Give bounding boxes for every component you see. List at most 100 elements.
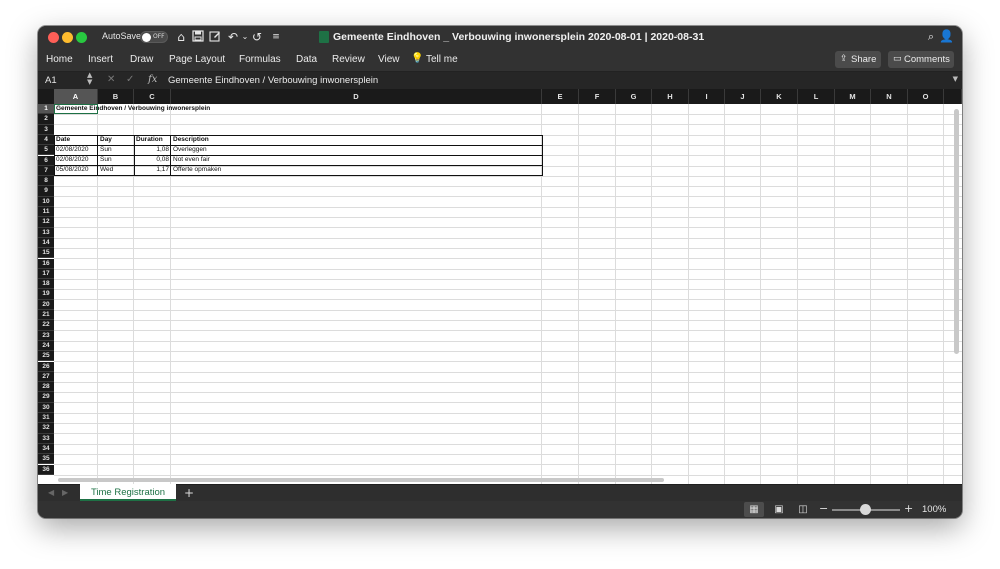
header-date[interactable]: Date xyxy=(54,135,97,145)
column-header-g[interactable]: G xyxy=(616,89,652,104)
row-header-17[interactable]: 17 xyxy=(38,268,54,280)
autosave-toggle[interactable]: OFF xyxy=(140,31,168,43)
column-header-a[interactable]: A xyxy=(54,89,98,104)
row-header-7[interactable]: 7 xyxy=(38,165,54,177)
column-header-e[interactable]: E xyxy=(542,89,579,104)
row-header-4[interactable]: 4 xyxy=(38,134,54,146)
row-header-29[interactable]: 29 xyxy=(38,392,54,403)
header-duration[interactable]: Duration xyxy=(134,135,171,145)
row-header-19[interactable]: 19 xyxy=(38,289,54,300)
row-header-14[interactable]: 14 xyxy=(38,237,54,249)
zoom-out-button[interactable]: − xyxy=(819,502,828,515)
confirm-formula-icon[interactable]: ✓ xyxy=(126,74,134,85)
zoom-slider-handle[interactable] xyxy=(860,504,871,515)
account-icon[interactable]: 👤 xyxy=(939,29,954,43)
header-day[interactable]: Day xyxy=(98,135,134,145)
row-header-33[interactable]: 33 xyxy=(38,433,54,444)
sheet-tab-time-registration[interactable]: Time Registration xyxy=(80,484,176,501)
row-header-15[interactable]: 15 xyxy=(38,248,54,259)
row-header-24[interactable]: 24 xyxy=(38,340,54,352)
row-header-34[interactable]: 34 xyxy=(38,443,54,455)
tab-page-layout[interactable]: Page Layout xyxy=(169,54,225,65)
table-cell[interactable]: Wed xyxy=(98,165,134,175)
maximize-window-button[interactable] xyxy=(76,32,87,43)
add-sheet-button[interactable]: + xyxy=(184,486,194,500)
row-header-22[interactable]: 22 xyxy=(38,320,54,331)
row-header-20[interactable]: 20 xyxy=(38,299,54,310)
normal-view-icon[interactable]: ▦ xyxy=(744,502,764,517)
share-button[interactable]: ⇪ Share xyxy=(835,51,881,68)
select-all-corner[interactable] xyxy=(38,89,54,104)
row-header-23[interactable]: 23 xyxy=(38,330,54,341)
column-header-overflow[interactable] xyxy=(944,89,962,104)
name-box-stepper-icon[interactable]: ▲ ▼ xyxy=(87,72,92,86)
row-header-25[interactable]: 25 xyxy=(38,351,54,362)
column-header-o[interactable]: O xyxy=(908,89,944,104)
row-header-5[interactable]: 5 xyxy=(38,145,54,156)
column-header-c[interactable]: C xyxy=(134,89,171,104)
row-header-10[interactable]: 10 xyxy=(38,196,54,207)
table-cell[interactable]: 02/08/2020 xyxy=(54,145,97,155)
table-cell[interactable]: 02/08/2020 xyxy=(54,155,97,165)
row-header-31[interactable]: 31 xyxy=(38,413,54,424)
insert-function-icon[interactable]: fx xyxy=(148,74,157,85)
header-description[interactable]: Description xyxy=(171,135,542,145)
row-header-35[interactable]: 35 xyxy=(38,454,54,465)
row-header-13[interactable]: 13 xyxy=(38,227,54,238)
vertical-scrollbar[interactable] xyxy=(954,109,959,354)
row-header-30[interactable]: 30 xyxy=(38,402,54,413)
close-window-button[interactable] xyxy=(48,32,59,43)
name-box[interactable]: A1 ▲ ▼ xyxy=(38,72,98,89)
spreadsheet-grid[interactable]: ABCDEFGHIJKLMNO 1 2 3 4 5 6 7 8 9 10 11 12 13 14 15 16 1… xyxy=(38,89,962,484)
table-cell[interactable]: Offerte opmaken xyxy=(171,165,542,175)
home-icon[interactable]: ⌂ xyxy=(174,30,188,44)
tab-draw[interactable]: Draw xyxy=(130,54,153,65)
tab-review[interactable]: Review xyxy=(332,54,365,65)
minimize-window-button[interactable] xyxy=(62,32,73,43)
page-break-view-icon[interactable]: ◫ xyxy=(793,502,813,517)
row-header-11[interactable]: 11 xyxy=(38,207,54,218)
column-header-j[interactable]: J xyxy=(725,89,761,104)
table-cell[interactable]: 0,08 xyxy=(134,155,171,165)
previous-sheet-icon[interactable]: ◀ xyxy=(48,488,54,497)
table-cell[interactable]: Overleggen xyxy=(171,145,542,155)
table-cell[interactable]: Sun xyxy=(98,145,134,155)
zoom-in-button[interactable]: + xyxy=(904,502,913,515)
column-header-i[interactable]: I xyxy=(689,89,725,104)
horizontal-scrollbar[interactable] xyxy=(58,478,664,482)
row-header-21[interactable]: 21 xyxy=(38,310,54,321)
tab-home[interactable]: Home xyxy=(46,54,73,65)
row-header-9[interactable]: 9 xyxy=(38,186,54,197)
column-header-f[interactable]: F xyxy=(579,89,616,104)
row-header-12[interactable]: 12 xyxy=(38,217,54,228)
row-header-8[interactable]: 8 xyxy=(38,176,54,187)
row-header-26[interactable]: 26 xyxy=(38,361,54,372)
row-header-16[interactable]: 16 xyxy=(38,258,54,269)
row-header-36[interactable]: 36 xyxy=(38,464,54,475)
expand-formula-bar-icon[interactable]: ▼ xyxy=(953,75,958,83)
row-header-18[interactable]: 18 xyxy=(38,279,54,290)
row-header-6[interactable]: 6 xyxy=(38,155,54,166)
search-icon[interactable]: ⌕ xyxy=(928,30,934,44)
title-chevron-icon[interactable]: ⌄ xyxy=(674,30,682,40)
column-header-n[interactable]: N xyxy=(871,89,908,104)
column-header-b[interactable]: B xyxy=(98,89,134,104)
table-cell[interactable]: Not even fair xyxy=(171,155,542,165)
column-header-m[interactable]: M xyxy=(835,89,871,104)
row-header-3[interactable]: 3 xyxy=(38,124,54,135)
row-header-2[interactable]: 2 xyxy=(38,114,54,125)
edit-icon[interactable] xyxy=(208,30,222,44)
tab-insert[interactable]: Insert xyxy=(88,54,113,65)
table-cell[interactable]: 05/08/2020 xyxy=(54,165,97,175)
next-sheet-icon[interactable]: ▶ xyxy=(62,488,68,497)
table-cell[interactable]: 1,08 xyxy=(134,145,171,155)
tab-formulas[interactable]: Formulas xyxy=(239,54,281,65)
tab-data[interactable]: Data xyxy=(296,54,317,65)
cancel-formula-icon[interactable]: ✕ xyxy=(107,74,115,85)
table-cell[interactable]: Sun xyxy=(98,155,134,165)
save-icon[interactable] xyxy=(191,30,205,44)
row-header-32[interactable]: 32 xyxy=(38,423,54,434)
row-header-28[interactable]: 28 xyxy=(38,382,54,393)
page-layout-view-icon[interactable]: ▣ xyxy=(769,502,789,517)
comments-button[interactable]: ▭ Comments xyxy=(888,51,954,68)
